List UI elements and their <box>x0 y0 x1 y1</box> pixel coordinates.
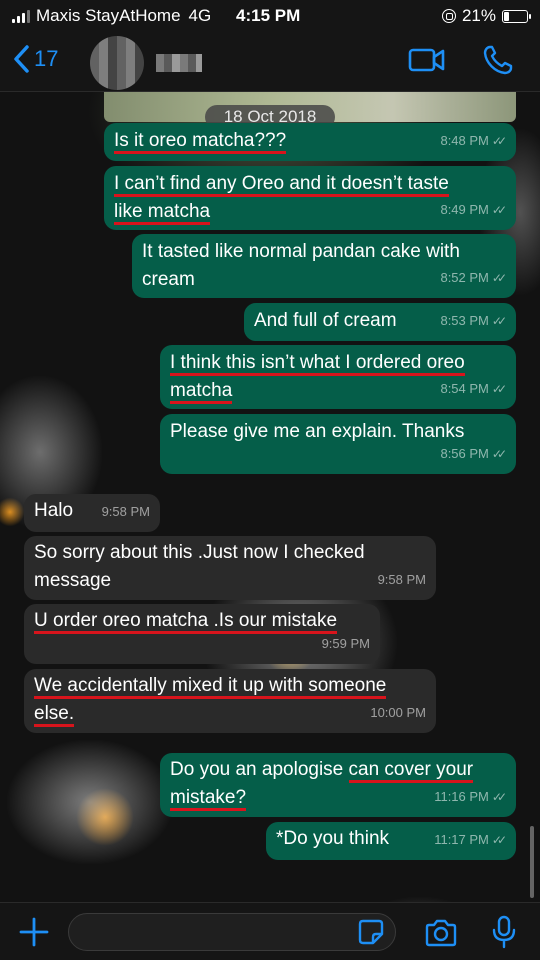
message-bubble-outgoing[interactable]: *Do you think 11:17 PM ✓✓ <box>266 822 516 860</box>
message-meta: 8:54 PM ✓✓ <box>440 375 507 403</box>
message-time: 9:58 PM <box>101 504 150 519</box>
message-text: I can’t find any Oreo and it doesn’t tas… <box>114 173 449 197</box>
message-time: 8:53 PM <box>440 313 489 328</box>
voice-call-button[interactable] <box>482 44 514 81</box>
message-text: like matcha <box>114 201 211 225</box>
battery-percent: 21% <box>461 6 496 25</box>
read-ticks-icon: ✓✓ <box>491 314 507 328</box>
message-time: 8:56 PM <box>440 446 489 461</box>
video-camera-icon <box>408 48 445 72</box>
signal-icon <box>12 9 30 23</box>
camera-icon <box>425 919 457 947</box>
message-bubble-outgoing[interactable]: Please give me an explain. Thanks 8:56 P… <box>160 414 516 474</box>
message-meta: 8:56 PM ✓✓ <box>440 440 507 468</box>
message-text: else. <box>34 703 75 727</box>
video-call-button[interactable] <box>408 46 446 79</box>
read-ticks-icon: ✓✓ <box>491 447 507 461</box>
chevron-left-icon <box>14 45 29 73</box>
message-meta: 11:16 PM ✓✓ <box>434 783 507 811</box>
message-time: 8:49 PM <box>440 202 489 217</box>
status-left: Maxis StayAtHome 4G <box>12 6 211 26</box>
message-text: It tasted like normal pandan cake with <box>142 241 460 262</box>
message-text: We accidentally mixed it up with someone <box>34 675 387 699</box>
status-right: 21% <box>441 6 531 26</box>
message-bubble-outgoing[interactable]: It tasted like normal pandan cake with c… <box>132 234 516 298</box>
message-time: 8:48 PM <box>440 133 489 148</box>
scroll-indicator[interactable] <box>530 826 534 898</box>
message-meta: 10:00 PM <box>370 699 426 727</box>
carrier-label: Maxis StayAtHome <box>36 6 181 25</box>
message-meta: 11:17 PM ✓✓ <box>434 826 507 854</box>
message-meta: 9:58 PM <box>378 566 426 594</box>
message-meta: 8:49 PM ✓✓ <box>440 196 507 224</box>
message-text: message <box>34 570 112 591</box>
rotation-lock-icon <box>441 9 456 23</box>
sticker-icon <box>358 919 384 945</box>
message-time: 8:54 PM <box>440 381 489 396</box>
back-button[interactable]: 17 <box>12 44 58 74</box>
message-bubble-incoming[interactable]: U order oreo matcha .Is our mistake 9:59… <box>24 604 380 664</box>
message-time: 10:00 PM <box>370 705 426 720</box>
read-ticks-icon: ✓✓ <box>491 382 507 396</box>
plus-icon <box>19 917 49 947</box>
message-input[interactable] <box>68 913 396 951</box>
message-text-underlined: can cover your <box>348 759 474 783</box>
microphone-icon <box>492 915 516 949</box>
message-time: 11:16 PM <box>434 789 489 804</box>
read-ticks-icon: ✓✓ <box>491 790 507 804</box>
message-text: Do you an apologise <box>170 759 349 780</box>
message-bubble-outgoing[interactable]: Do you an apologise can cover your mista… <box>160 753 516 817</box>
message-meta: 8:52 PM ✓✓ <box>440 264 507 292</box>
message-meta: 9:59 PM <box>322 630 370 658</box>
message-text: matcha <box>170 380 233 404</box>
read-ticks-icon: ✓✓ <box>491 203 507 217</box>
message-text: I think this isn’t what I ordered oreo <box>170 352 465 376</box>
message-bubble-outgoing[interactable]: I think this isn’t what I ordered oreo m… <box>160 345 516 409</box>
read-ticks-icon: ✓✓ <box>491 833 507 847</box>
composer-bar <box>0 902 540 960</box>
read-ticks-icon: ✓✓ <box>491 271 507 285</box>
message-meta: 8:48 PM ✓✓ <box>440 127 507 155</box>
attach-button[interactable] <box>18 916 50 953</box>
message-bubble-outgoing[interactable]: I can’t find any Oreo and it doesn’t tas… <box>104 166 516 230</box>
message-time: 9:58 PM <box>377 572 426 587</box>
message-time: 9:59 PM <box>321 636 370 651</box>
message-bubble-incoming[interactable]: We accidentally mixed it up with someone… <box>24 669 436 733</box>
message-meta: 9:58 PM <box>102 498 150 526</box>
message-bubble-incoming[interactable]: So sorry about this .Just now I checked … <box>24 536 436 600</box>
read-ticks-icon: ✓✓ <box>491 134 507 148</box>
message-text: So sorry about this .Just now I checked <box>34 542 365 563</box>
phone-icon <box>483 45 513 75</box>
avatar[interactable] <box>90 36 144 90</box>
battery-icon <box>502 9 531 23</box>
sticker-button[interactable] <box>358 919 384 950</box>
status-time: 4:15 PM <box>236 6 301 25</box>
network-label: 4G <box>188 6 212 25</box>
status-bar: Maxis StayAtHome 4G 4:15 PM 21% <box>0 0 540 32</box>
chat-header: 17 <box>0 32 540 92</box>
contact-name-redacted[interactable] <box>156 54 202 72</box>
unread-count: 17 <box>34 46 59 71</box>
message-time: 8:52 PM <box>440 270 489 285</box>
battery-level <box>504 11 509 21</box>
message-text: Is it oreo matcha??? <box>114 130 287 154</box>
message-bubble-outgoing[interactable]: And full of cream 8:53 PM ✓✓ <box>244 303 516 341</box>
message-meta: 8:53 PM ✓✓ <box>440 307 507 335</box>
microphone-button[interactable] <box>492 915 516 954</box>
message-bubble-incoming[interactable]: Halo 9:58 PM <box>24 494 160 532</box>
message-time: 11:17 PM <box>434 832 489 847</box>
camera-button[interactable] <box>424 919 458 952</box>
message-bubble-outgoing[interactable]: Is it oreo matcha??? 8:48 PM ✓✓ <box>104 123 516 161</box>
message-text: U order oreo matcha .Is our mistake <box>34 610 338 634</box>
message-text: mistake? <box>170 787 247 811</box>
